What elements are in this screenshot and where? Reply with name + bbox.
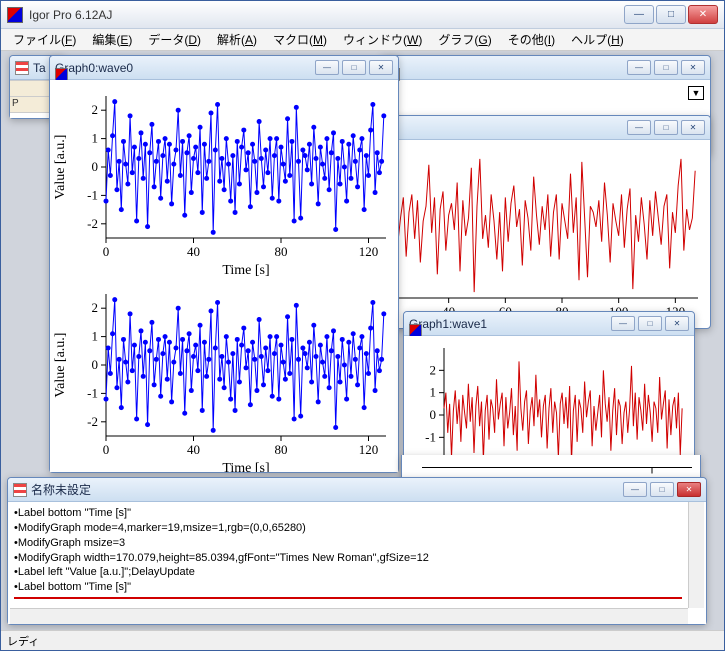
- svg-text:0: 0: [92, 357, 99, 372]
- menu-f[interactable]: ファイル(F): [5, 29, 84, 50]
- main-minimize-button[interactable]: —: [624, 5, 654, 24]
- svg-text:80: 80: [275, 442, 288, 457]
- statusbar: レディ: [1, 630, 724, 650]
- cmd-line: •ModifyGraph msize=3: [14, 536, 682, 551]
- svg-text:Time [s]: Time [s]: [222, 263, 269, 278]
- svg-text:0: 0: [430, 407, 437, 422]
- menu-a[interactable]: 解析(A): [209, 29, 265, 50]
- cmd-line: •ModifyGraph mode=4,marker=19,msize=1,rg…: [14, 521, 682, 536]
- svg-text:0: 0: [92, 159, 99, 174]
- max-button-graph0[interactable]: □: [342, 60, 366, 75]
- cmd-line: •Label bottom "Time [s]": [14, 580, 682, 595]
- table-icon: [13, 483, 27, 497]
- chart-redtop: 406080100120: [382, 140, 710, 328]
- menu-m[interactable]: マクロ(M): [265, 29, 335, 50]
- menubar: ファイル(F)編集(E)データ(D)解析(A)マクロ(M)ウィンドウ(W)グラフ…: [1, 29, 724, 51]
- cmd-line: •Label left "Value [a.u.]";DelayUpdate: [14, 565, 682, 580]
- table-icon: [15, 61, 29, 75]
- svg-text:2: 2: [430, 362, 437, 377]
- svg-text:120: 120: [359, 442, 379, 457]
- dropdown-icon[interactable]: ▼: [688, 86, 704, 100]
- cmd-input[interactable]: [14, 599, 682, 608]
- svg-text:-2: -2: [87, 414, 98, 429]
- max-button-cmd[interactable]: □: [650, 482, 674, 497]
- chart-graph0-top: 0 40 80 120 -2 -1 0 1 2 Time [s] Value [a.u.]: [50, 80, 398, 278]
- svg-text:40: 40: [187, 244, 200, 259]
- app-icon: [7, 7, 23, 23]
- menu-i[interactable]: その他(I): [500, 29, 563, 50]
- main-titlebar[interactable]: Igor Pro 6.12AJ — □ ✕: [1, 1, 724, 29]
- svg-text:-1: -1: [425, 429, 436, 444]
- cmd-body[interactable]: •Label bottom "Time [s]"•ModifyGraph mod…: [8, 502, 706, 624]
- title-graph1: Graph1:wave1: [409, 317, 611, 331]
- menu-h[interactable]: ヘルプ(H): [563, 29, 632, 50]
- main-close-button[interactable]: ✕: [688, 5, 718, 24]
- min-button-back[interactable]: —: [627, 60, 651, 75]
- graph0-body: 04080120-2-1012Time [s]Value [a.u.] 0408…: [50, 80, 398, 472]
- svg-text:-1: -1: [87, 187, 98, 202]
- titlebar-cmd[interactable]: 名称未設定 — □ ✕: [8, 478, 706, 502]
- cmd-vscrollbar[interactable]: [688, 502, 704, 608]
- svg-text:1: 1: [92, 131, 99, 146]
- min-button-graph1[interactable]: —: [611, 316, 635, 331]
- max-button-back[interactable]: □: [654, 60, 678, 75]
- svg-text:Time [s]: Time [s]: [222, 461, 269, 472]
- max-button-redtop[interactable]: □: [654, 120, 678, 135]
- close-button-cmd[interactable]: ✕: [677, 482, 701, 497]
- cmd-line: •ModifyGraph width=170.079,height=85.039…: [14, 551, 682, 566]
- titlebar-redtop[interactable]: — □ ✕: [382, 116, 710, 140]
- svg-text:40: 40: [187, 442, 200, 457]
- status-text: レディ: [7, 633, 39, 649]
- min-button-redtop[interactable]: —: [627, 120, 651, 135]
- menu-w[interactable]: ウィンドウ(W): [335, 29, 430, 50]
- titlebar-graph0[interactable]: Graph0:wave0 — □ ✕: [50, 56, 398, 80]
- svg-text:-2: -2: [87, 216, 98, 231]
- title-cmd: 名称未設定: [31, 481, 623, 498]
- titlebar-back[interactable]: — □ ✕: [382, 56, 710, 80]
- app-window: Igor Pro 6.12AJ — □ ✕ ファイル(F)編集(E)データ(D)…: [0, 0, 725, 651]
- max-button-graph1[interactable]: □: [638, 316, 662, 331]
- close-button-back[interactable]: ✕: [681, 60, 705, 75]
- titlebar-graph1[interactable]: Graph1:wave1 — □ ✕: [404, 312, 694, 336]
- close-button-redtop[interactable]: ✕: [681, 120, 705, 135]
- graph0-window[interactable]: Graph0:wave0 — □ ✕ 04080120-2-1012Time […: [49, 55, 399, 473]
- svg-text:2: 2: [92, 102, 99, 117]
- cmd-hscrollbar[interactable]: [10, 608, 688, 624]
- svg-text:-1: -1: [87, 385, 98, 400]
- svg-text:1: 1: [430, 385, 437, 400]
- min-button-graph0[interactable]: —: [315, 60, 339, 75]
- close-button-graph1[interactable]: ✕: [665, 316, 689, 331]
- svg-text:Value [a.u.]: Value [a.u.]: [53, 333, 68, 398]
- menu-e[interactable]: 編集(E): [84, 29, 140, 50]
- svg-text:Value [a.u.]: Value [a.u.]: [53, 135, 68, 200]
- svg-text:120: 120: [359, 244, 379, 259]
- cmd-line: •Label bottom "Time [s]": [14, 506, 682, 521]
- menu-d[interactable]: データ(D): [140, 29, 209, 50]
- menu-g[interactable]: グラフ(G): [430, 29, 499, 50]
- svg-text:0: 0: [103, 244, 110, 259]
- graph-body-redtop: 406080100120: [382, 140, 710, 328]
- graph-window-redtop[interactable]: — □ ✕ 406080100120: [381, 115, 711, 329]
- svg-text:80: 80: [275, 244, 288, 259]
- mdi-area: — □ ✕ ▼ — □ ✕ 406080100120: [1, 51, 724, 630]
- close-button-graph0[interactable]: ✕: [369, 60, 393, 75]
- min-button-cmd[interactable]: —: [623, 482, 647, 497]
- title-graph0: Graph0:wave0: [55, 61, 315, 75]
- chart-graph0-bottom: 0 40 80 120 -2 -1 0 1 2 Time [s] Value [a.u.]: [50, 278, 398, 472]
- app-title: Igor Pro 6.12AJ: [29, 8, 624, 22]
- command-window[interactable]: 名称未設定 — □ ✕ •Label bottom "Time [s]"•Mod…: [7, 477, 707, 625]
- svg-text:2: 2: [92, 300, 99, 315]
- svg-text:1: 1: [92, 329, 99, 344]
- main-maximize-button[interactable]: □: [656, 5, 686, 24]
- svg-text:0: 0: [103, 442, 110, 457]
